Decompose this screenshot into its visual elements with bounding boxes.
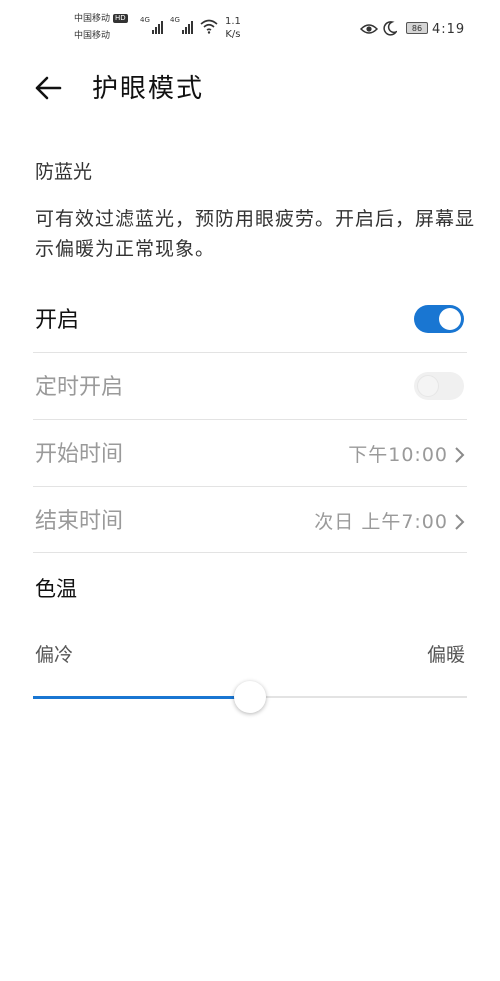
hd-badge: HD bbox=[113, 14, 128, 23]
enable-label: 开启 bbox=[35, 308, 80, 333]
schedule-toggle[interactable] bbox=[414, 372, 464, 400]
wifi-icon bbox=[200, 19, 218, 34]
divider bbox=[33, 552, 467, 553]
eye-icon bbox=[360, 24, 378, 34]
divider bbox=[33, 486, 467, 487]
network-type-1: 4G bbox=[140, 16, 150, 24]
back-arrow-icon[interactable] bbox=[30, 68, 70, 108]
battery-indicator: 86 bbox=[406, 22, 428, 34]
moon-icon bbox=[383, 21, 397, 36]
carrier-name-2: 中国移动 bbox=[74, 31, 111, 41]
section-description: 可有效过滤蓝光，预防用眼疲劳。开启后，屏幕显示偏暖为正常现象。 bbox=[35, 208, 476, 260]
network-type-2: 4G bbox=[170, 16, 180, 24]
speed-unit: K/s bbox=[225, 29, 241, 40]
schedule-toggle-knob bbox=[417, 375, 439, 397]
speed-value: 1.1 bbox=[225, 16, 241, 27]
start-time-value[interactable]: 下午10:00 bbox=[348, 440, 448, 470]
carrier-name-1: 中国移动 HD bbox=[74, 14, 128, 25]
divider bbox=[33, 419, 467, 420]
enable-toggle-knob bbox=[439, 308, 461, 330]
signal-icon-1: 4G bbox=[140, 16, 163, 34]
divider bbox=[33, 352, 467, 353]
end-time-value[interactable]: 次日 上午7:00 bbox=[314, 507, 448, 537]
schedule-label: 定时开启 bbox=[35, 375, 124, 400]
signal-icon-2: 4G bbox=[170, 16, 193, 34]
page-title: 护眼模式 bbox=[92, 74, 205, 104]
color-temp-max-label: 偏暖 bbox=[426, 644, 465, 666]
color-temp-label: 色温 bbox=[35, 577, 77, 601]
start-time-label: 开始时间 bbox=[35, 442, 124, 467]
enable-toggle[interactable] bbox=[414, 305, 464, 333]
end-time-label: 结束时间 bbox=[35, 509, 124, 534]
status-time: 4:19 bbox=[432, 22, 466, 37]
section-title: 防蓝光 bbox=[35, 161, 93, 183]
chevron-right-icon bbox=[455, 447, 465, 463]
color-temp-slider-thumb[interactable] bbox=[234, 681, 266, 713]
color-temp-slider-fill bbox=[33, 696, 250, 699]
carrier-1-label: 中国移动 bbox=[74, 14, 111, 24]
chevron-right-icon bbox=[455, 514, 465, 530]
color-temp-min-label: 偏冷 bbox=[35, 644, 74, 666]
network-speed: 1.1 K/s bbox=[225, 15, 241, 41]
